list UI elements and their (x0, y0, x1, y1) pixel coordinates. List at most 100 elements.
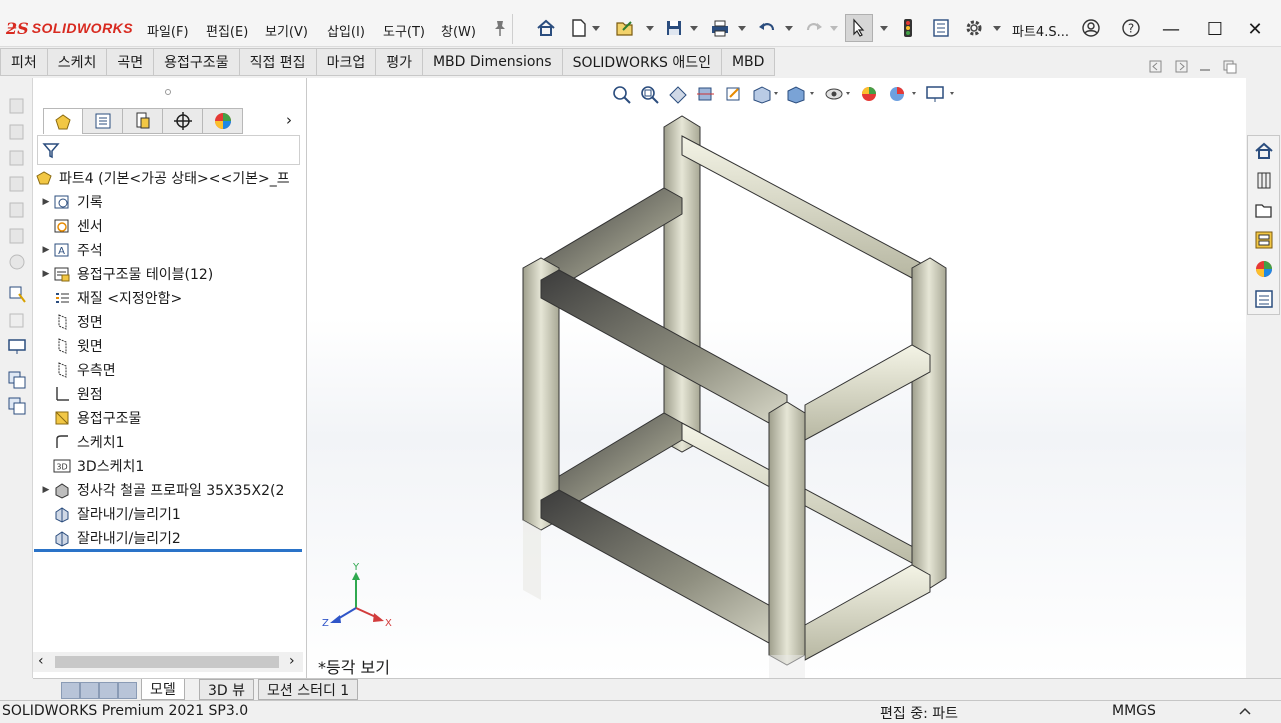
design-library-icon[interactable] (1253, 169, 1275, 191)
apply-scene-icon[interactable] (886, 83, 920, 105)
solidworks-logo[interactable]: ƻS SOLIDWORKS (6, 17, 133, 39)
select-pointer-icon[interactable] (845, 14, 873, 42)
first-tab-button[interactable] (61, 682, 80, 699)
expand-arrow-icon[interactable]: ▶ (39, 485, 53, 495)
help-icon[interactable]: ? (1117, 14, 1145, 42)
graphics-viewport[interactable]: Y X Z (307, 78, 1246, 678)
home-icon[interactable] (532, 14, 560, 42)
user-account-icon[interactable] (1077, 14, 1105, 42)
open-icon[interactable] (611, 14, 639, 42)
chevron-down-icon[interactable] (690, 26, 698, 32)
chevron-down-icon[interactable] (592, 26, 600, 32)
tree-item[interactable]: 용접구조물 (39, 406, 141, 430)
tree-item[interactable]: 재질 <지정안함> (39, 286, 182, 310)
chevron-left-icon[interactable]: ‹ (38, 653, 44, 669)
tab-mbd[interactable]: MBD (721, 48, 776, 76)
tree-item[interactable]: 스케치1 (39, 430, 125, 454)
chevron-down-icon[interactable] (880, 26, 888, 32)
edit-appearance-icon[interactable] (858, 83, 882, 105)
dynamic-annotation-icon[interactable] (722, 83, 746, 105)
tab-3d-views[interactable]: 3D 뷰 (199, 679, 255, 700)
chevron-right-icon[interactable]: › (289, 653, 295, 669)
chevron-right-icon[interactable]: › (286, 111, 292, 129)
print-icon[interactable] (706, 14, 734, 42)
expand-arrow-icon[interactable]: ▶ (39, 269, 53, 279)
structural-member-tool-icon[interactable] (7, 284, 27, 304)
last-tab-button[interactable] (118, 682, 137, 699)
tree-root-part[interactable]: 파트4 (기본<가공 상태><<기본>_프 (35, 166, 290, 190)
tree-item[interactable]: ▶ 정사각 철골 프로파일 35X35X2(2 (39, 478, 285, 502)
hide-show-items-icon[interactable] (822, 83, 854, 105)
tab-sketch[interactable]: 스케치 (47, 48, 108, 76)
display-style-icon[interactable] (784, 83, 818, 105)
tab-configuration-manager[interactable] (123, 108, 163, 134)
zoom-to-area-icon[interactable] (638, 83, 662, 105)
custom-properties-icon[interactable] (1253, 288, 1275, 310)
tab-features[interactable]: 피처 (0, 48, 48, 76)
file-explorer-icon[interactable] (1253, 199, 1275, 221)
expand-arrow-icon[interactable]: ▶ (39, 245, 53, 255)
view-palette-icon[interactable] (1253, 229, 1275, 251)
appearances-icon[interactable] (1253, 258, 1275, 280)
tab-feature-tree[interactable] (43, 108, 83, 134)
viewport-window-controls[interactable] (1148, 59, 1248, 75)
rollback-bar[interactable] (34, 549, 302, 552)
tree-item[interactable]: 잘라내기/늘리기1 (39, 502, 181, 526)
menu-file[interactable]: 파일(F) (147, 21, 189, 40)
section-view-icon[interactable] (694, 83, 718, 105)
maximize-button[interactable]: ☐ (1200, 14, 1230, 44)
paste-tool-icon[interactable] (7, 396, 27, 416)
tab-evaluate[interactable]: 평가 (376, 48, 423, 76)
feature-tree-filter[interactable] (37, 135, 300, 165)
pin-icon[interactable] (486, 14, 514, 42)
tab-weldments[interactable]: 용접구조물 (154, 48, 240, 76)
previous-view-icon[interactable] (666, 83, 690, 105)
tree-item[interactable]: ▶ 기록 (39, 190, 103, 214)
copy-tool-icon[interactable] (7, 370, 27, 390)
menu-edit[interactable]: 편집(E) (206, 21, 248, 40)
new-document-icon[interactable] (565, 14, 593, 42)
previous-tab-button[interactable] (80, 682, 99, 699)
tree-item[interactable]: 우측면 (39, 358, 116, 382)
view-orientation-icon[interactable] (750, 83, 780, 105)
tab-surfaces[interactable]: 곡면 (107, 48, 155, 76)
horizontal-scrollbar[interactable]: ‹ › (33, 652, 303, 672)
tree-item[interactable]: ▶ 용접구조물 테이블(12) (39, 262, 214, 286)
home-icon[interactable] (1253, 140, 1275, 162)
tab-mbd-dimensions[interactable]: MBD Dimensions (422, 48, 563, 76)
tab-property-manager[interactable] (83, 108, 123, 134)
undo-icon[interactable] (753, 14, 781, 42)
tree-item[interactable]: 정면 (39, 310, 103, 334)
scrollbar-thumb[interactable] (55, 656, 279, 668)
menu-window[interactable]: 창(W) (441, 21, 476, 40)
tree-item[interactable]: 원점 (39, 382, 103, 406)
tree-item[interactable]: 센서 (39, 214, 103, 238)
options-list-icon[interactable] (927, 14, 955, 42)
next-tab-button[interactable] (99, 682, 118, 699)
chevron-down-icon[interactable] (785, 26, 793, 32)
tree-item[interactable]: 3D 3D스케치1 (39, 454, 144, 478)
view-settings-icon[interactable] (924, 83, 958, 105)
tab-display-manager[interactable] (203, 108, 243, 134)
menu-insert[interactable]: 삽입(I) (327, 21, 365, 40)
tab-dimxpert-manager[interactable] (163, 108, 203, 134)
close-button[interactable]: ✕ (1240, 14, 1270, 44)
traffic-light-icon[interactable] (894, 14, 922, 42)
monitor-tool-icon[interactable] (7, 337, 27, 357)
tree-item[interactable]: ▶ A 주석 (39, 238, 103, 262)
tree-item[interactable]: 윗면 (39, 334, 103, 358)
menu-view[interactable]: 보기(V) (265, 21, 308, 40)
tree-item[interactable]: 잘라내기/늘리기2 (39, 526, 181, 550)
panel-grip-icon[interactable] (164, 88, 172, 96)
unit-system-selector[interactable]: MMGS (1112, 703, 1156, 719)
tab-solidworks-addins[interactable]: SOLIDWORKS 애드인 (562, 48, 722, 76)
tab-motion-study-1[interactable]: 모션 스터디 1 (258, 679, 359, 700)
expand-arrow-icon[interactable]: ▶ (39, 197, 53, 207)
zoom-to-fit-icon[interactable] (610, 83, 634, 105)
chevron-up-icon[interactable] (1237, 705, 1253, 718)
gear-icon[interactable] (960, 14, 988, 42)
tab-markup[interactable]: 마크업 (316, 48, 377, 76)
minimize-button[interactable]: — (1156, 14, 1186, 44)
chevron-down-icon[interactable] (738, 26, 746, 32)
tab-model[interactable]: 모델 (141, 679, 185, 700)
